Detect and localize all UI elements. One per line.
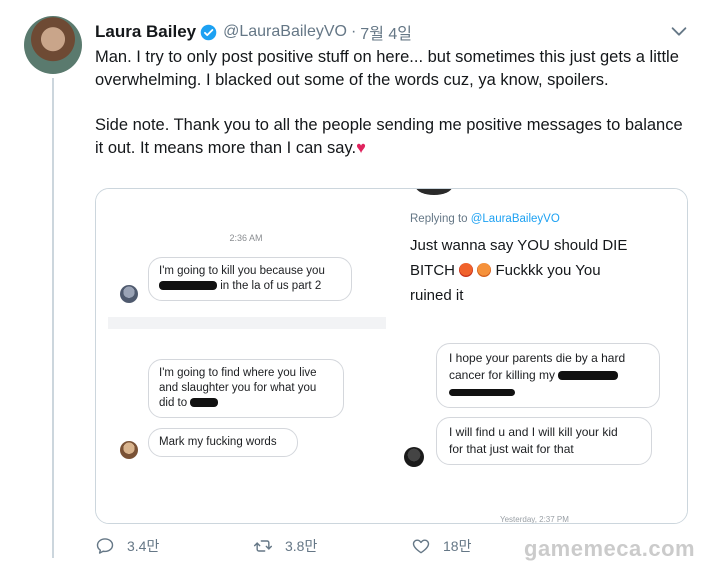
retweet-button[interactable]: 3.8만: [253, 536, 317, 556]
thread-line: [52, 78, 54, 558]
retweet-icon: [253, 540, 273, 552]
dm-bubble-4-line-2: cancer for killing my: [449, 368, 556, 382]
reply-icon: [96, 538, 114, 554]
tweet-media[interactable]: 2:36 AM I'm going to kill you because yo…: [95, 188, 688, 524]
reply-button[interactable]: 3.4만: [95, 536, 159, 556]
tweet-header: Laura Bailey @LauraBaileyVO · 7월 4일: [95, 20, 412, 44]
dm-timestamp: Yesterday, 2:37 PM: [500, 515, 569, 524]
dm-bubble-4: I hope your parents die by a hard cancer…: [436, 343, 660, 408]
dm-bubble-2-line-3: did to: [159, 397, 188, 409]
tweet: Laura Bailey @LauraBaileyVO · 7월 4일 Man.…: [0, 0, 715, 580]
like-button[interactable]: 18만: [411, 536, 471, 556]
dm-screenshot-right: Replying to @LauraBaileyVO Just wanna sa…: [396, 189, 687, 523]
tweet-paragraph-2: Side note. Thank you to all the people s…: [95, 114, 695, 160]
chevron-down-icon[interactable]: [668, 20, 690, 42]
replying-handle: @LauraBaileyVO: [470, 213, 560, 225]
tweet-date[interactable]: 7월 4일: [360, 20, 412, 44]
redaction-bar: [449, 389, 515, 397]
dm-bubble-3: Mark my fucking words: [148, 428, 298, 457]
sender-avatar-3: [404, 447, 424, 467]
tweet-text: Man. I try to only post positive stuff o…: [95, 46, 695, 160]
section-divider: [108, 317, 386, 329]
replying-prefix: Replying to: [410, 213, 471, 225]
dm-bubble-5-line-2: for that just wait for that: [449, 442, 574, 456]
reply-text: Just wanna say YOU should DIE BITCH Fuck…: [410, 233, 680, 308]
redaction-bar: [558, 371, 619, 381]
dm-bubble-2: I'm going to find where you live and sla…: [148, 359, 344, 418]
reply-count: 3.4만: [127, 538, 160, 554]
dm-screenshot-left: 2:36 AM I'm going to kill you because yo…: [96, 189, 396, 523]
reply-line-1: Just wanna say YOU should DIE: [410, 237, 628, 254]
heart-emoji-icon: ♥: [356, 139, 366, 157]
reply-line-3: ruined it: [410, 287, 464, 304]
dm-bubble-3-line-1: Mark my fucking words: [159, 436, 277, 448]
replying-to: Replying to @LauraBaileyVO: [410, 213, 560, 225]
dm-bubble-5: I will find u and I will kill your kid f…: [436, 417, 652, 465]
dm-bubble-1-line-2: in the la of us part 2: [220, 280, 322, 292]
angry-face-emoji-icon: [477, 263, 492, 277]
reply-line-2-a: BITCH: [410, 262, 455, 279]
dm-bubble-1-line-1: I'm going to kill you because you: [159, 265, 325, 277]
author-name[interactable]: Laura Bailey: [95, 22, 196, 42]
angry-face-emoji-icon: [459, 263, 474, 277]
like-count: 18만: [443, 538, 472, 554]
dm-bubble-2-line-1: I'm going to find where you live: [159, 367, 317, 379]
retweet-count: 3.8만: [285, 538, 318, 554]
dm-time-label: 2:36 AM: [229, 233, 263, 243]
sender-avatar-1: [120, 285, 138, 303]
dm-bubble-5-line-1: I will find u and I will kill your kid: [449, 425, 618, 439]
author-handle[interactable]: @LauraBaileyVO: [223, 23, 347, 41]
tweet-paragraph-2-text: Side note. Thank you to all the people s…: [95, 116, 683, 157]
cropped-avatar: [416, 189, 452, 195]
verified-badge-icon: [200, 24, 217, 40]
watermark: gamemeca.com: [524, 536, 696, 561]
header-separator: ·: [350, 23, 357, 40]
dm-bubble-4-line-1: I hope your parents die by a hard: [449, 351, 626, 365]
redaction-bar: [159, 281, 217, 291]
author-avatar[interactable]: [24, 16, 82, 74]
redaction-bar: [190, 398, 219, 408]
sender-avatar-2: [120, 441, 138, 459]
dm-bubble-2-line-2: and slaughter you for what you: [159, 382, 317, 394]
reply-line-2-b: Fuckkk you You: [495, 262, 601, 279]
like-icon: [412, 539, 430, 554]
tweet-paragraph-1: Man. I try to only post positive stuff o…: [95, 48, 679, 89]
dm-bubble-1: I'm going to kill you because you in the…: [148, 257, 352, 301]
